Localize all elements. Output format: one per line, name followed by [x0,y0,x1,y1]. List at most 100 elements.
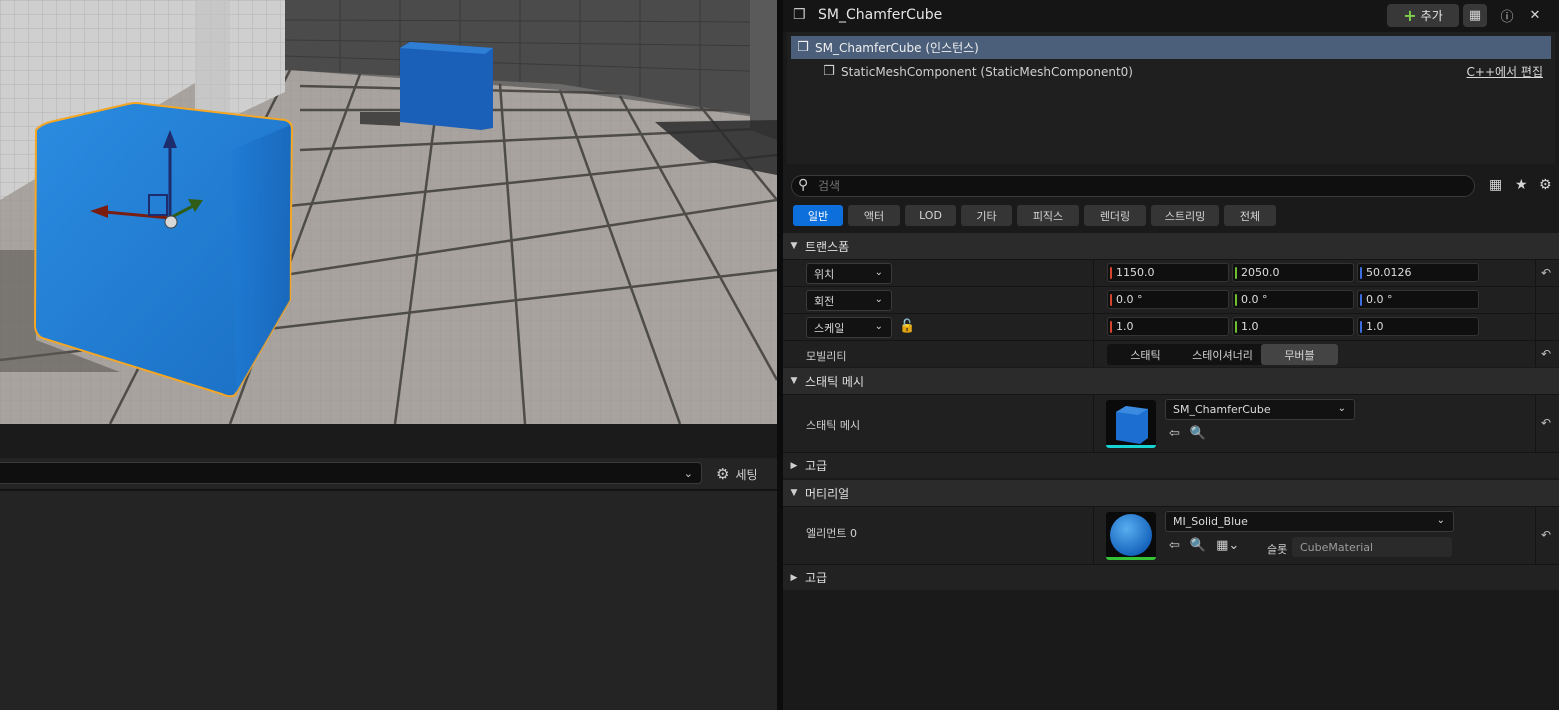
browse-asset-icon[interactable]: 🔍 [1190,538,1206,553]
rotation-dropdown[interactable]: 회전 ⌄ [806,290,892,311]
section-static-mesh[interactable]: ▼ 스태틱 메시 [783,368,1559,394]
property-scale: 스케일 ⌄ 🔓 1.0 1.0 1.0 [783,313,1559,340]
y-axis-marker [1235,294,1237,306]
scale-label: 스케일 [814,321,845,335]
viewport-bottom-bar [0,424,777,460]
static-mesh-icon: ❒ [797,40,809,55]
static-mesh-advanced-row[interactable]: ▶ 고급 [783,452,1559,478]
tree-item-component[interactable]: ❒ StaticMeshComponent (StaticMeshCompone… [791,60,1551,83]
advanced-label: 고급 [805,459,828,473]
column-divider [1535,314,1536,340]
add-label: 추가 [1420,9,1443,23]
scale-x-field[interactable]: 1.0 [1107,317,1229,336]
use-selected-icon[interactable]: ⇦ [1169,426,1180,441]
add-component-button[interactable]: + 추가 [1387,4,1459,27]
filter-tab-all[interactable]: 전체 [1224,205,1276,226]
location-z-field[interactable]: 50.0126 [1357,263,1479,282]
browse-asset-icon[interactable]: 🔍 [1190,426,1206,441]
rotation-x-field[interactable]: 0.0 ° [1107,290,1229,309]
slot-label: 슬롯 [1267,543,1288,556]
materials-advanced-row[interactable]: ▶ 고급 [783,564,1559,590]
location-x-value: 1150.0 [1116,266,1155,279]
scale-y-field[interactable]: 1.0 [1232,317,1354,336]
section-transform[interactable]: ▼ 트랜스폼 [783,233,1559,259]
column-divider [1535,395,1536,452]
mobility-option-static[interactable]: 스태틱 [1107,344,1184,365]
material-tools: ⇦ 🔍 ▦⌄ [1169,538,1239,553]
details-empty-area [783,592,1559,710]
column-divider [1093,260,1094,286]
scale-z-field[interactable]: 1.0 [1357,317,1479,336]
property-rotation: 회전 ⌄ 0.0 ° 0.0 ° 0.0 ° [783,286,1559,313]
location-x-field[interactable]: 1150.0 [1107,263,1229,282]
settings-label: 세팅 [735,467,758,482]
column-divider [1093,314,1094,340]
z-axis-marker [1360,267,1362,279]
chevron-down-icon: ⌄ [874,294,883,305]
reset-to-default-icon[interactable]: ↶ [1541,347,1551,361]
filter-tab-rendering[interactable]: 렌더링 [1084,205,1146,226]
sphere-thumbnail-icon [1110,514,1152,556]
details-panel: ❒ SM_ChamferCube + 추가 ▦ ⓘ ✕ ❒ SM_Chamfer… [783,0,1559,710]
use-selected-icon[interactable]: ⇦ [1169,538,1180,553]
mobility-option-stationary[interactable]: 스테이셔너리 [1184,344,1261,365]
static-mesh-thumbnail[interactable] [1106,400,1156,448]
property-matrix-icon[interactable]: ▦ [1489,177,1502,193]
gear-icon[interactable]: ⚙ [1539,177,1552,193]
mesh-component-icon: ❒ [823,64,835,79]
section-materials[interactable]: ▼ 머티리얼 [783,480,1559,506]
actor-title: SM_ChamferCube [818,7,943,23]
help-button[interactable]: ⓘ [1495,4,1519,27]
settings-button[interactable]: ⚙ 세팅 [716,463,758,485]
rotation-y-field[interactable]: 0.0 ° [1232,290,1354,309]
scale-dropdown[interactable]: 스케일 ⌄ [806,317,892,338]
edit-in-cpp-link[interactable]: C++에서 편집 [1467,63,1543,80]
search-input[interactable] [818,178,1458,194]
tree-item-root[interactable]: ❒ SM_ChamferCube (인스턴스) [791,36,1551,59]
static-mesh-value: SM_ChamferCube [1173,403,1271,416]
blueprint-button[interactable]: ▦ [1463,4,1487,27]
filter-tab-lod[interactable]: LOD [905,205,956,226]
mobility-option-movable[interactable]: 무버블 [1261,344,1338,365]
filter-tab-physics[interactable]: 피직스 [1017,205,1079,226]
reset-to-default-icon[interactable]: ↶ [1541,416,1551,430]
close-button[interactable]: ✕ [1523,4,1547,27]
static-mesh-asset-picker[interactable]: SM_ChamferCube ⌄ [1165,399,1355,420]
search-icon: ⚲ [798,177,809,193]
x-axis-marker [1110,267,1112,279]
filter-tab-streaming[interactable]: 스트리밍 [1151,205,1219,226]
chevron-down-icon: ⌄ [1337,403,1346,414]
reset-to-default-icon[interactable]: ↶ [1541,528,1551,542]
location-z-value: 50.0126 [1366,266,1412,279]
rotation-z-field[interactable]: 0.0 ° [1357,290,1479,309]
expand-arrow-icon: ▶ [790,572,798,583]
static-mesh-icon: ❒ [793,7,806,23]
chevron-down-icon: ⌄ [1436,515,1445,526]
star-icon[interactable]: ★ [1515,177,1528,193]
level-viewport[interactable] [0,0,777,424]
rotation-y-value: 0.0 ° [1241,293,1268,306]
material-thumbnail[interactable] [1106,512,1156,560]
z-axis-marker [1360,294,1362,306]
left-panel-toolbar: ⌄ ⚙ 세팅 [0,458,777,490]
reset-to-default-icon[interactable]: ↶ [1541,266,1551,280]
filter-tab-actor[interactable]: 액터 [848,205,900,226]
filter-tab-misc[interactable]: 기타 [961,205,1012,226]
left-panel-dropdown[interactable]: ⌄ [0,462,702,484]
viewport-scene[interactable] [0,0,777,424]
location-dropdown[interactable]: 위치 ⌄ [806,263,892,284]
property-material-element-0: 엘리먼트 0 MI_Solid_Blue ⌄ ⇦ 🔍 ▦⌄ 슬롯 CubeMat… [783,506,1559,564]
property-location: 위치 ⌄ 1150.0 2050.0 50.0126 ↶ [783,259,1559,286]
material-asset-picker[interactable]: MI_Solid_Blue ⌄ [1165,511,1454,532]
checker-icon[interactable]: ▦⌄ [1216,538,1239,553]
rotation-z-value: 0.0 ° [1366,293,1393,306]
filter-tab-general[interactable]: 일반 [793,205,843,226]
slot-name-field[interactable]: CubeMaterial [1292,537,1452,557]
asset-type-underline [1106,557,1156,560]
category-filter-row: 일반 액터 LOD 기타 피직스 렌더링 스트리밍 전체 [783,204,1559,228]
column-divider [1535,260,1536,286]
location-y-field[interactable]: 2050.0 [1232,263,1354,282]
lock-icon[interactable]: 🔓 [899,319,915,334]
mobility-label: 모빌리티 [806,350,847,363]
scale-z-value: 1.0 [1366,320,1384,333]
